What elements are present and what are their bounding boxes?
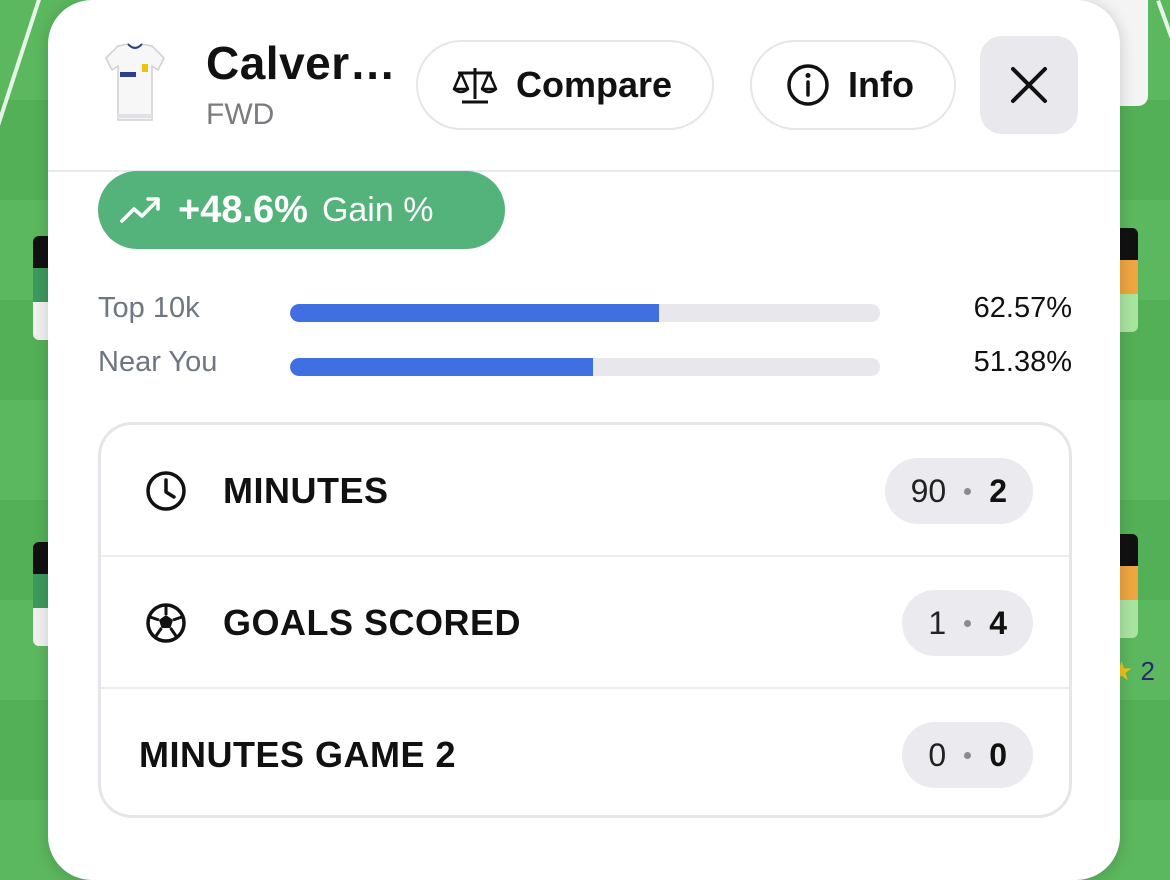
ownership-bar-fill [290, 304, 660, 322]
stat-points: 4 [989, 604, 1007, 641]
compare-label: Compare [516, 64, 673, 105]
ownership-label: Near You [98, 346, 218, 378]
ownership-bar-fill [290, 358, 594, 376]
separator-dot [964, 751, 972, 759]
stat-label: MINUTES GAME 2 [139, 734, 457, 775]
gain-value: +48.6% [178, 188, 308, 231]
info-button[interactable]: Info [750, 40, 956, 130]
player-name: Calver… [206, 37, 397, 89]
gain-label: Gain % [321, 190, 434, 229]
stat-value: 0 [928, 736, 947, 773]
separator-dot [964, 619, 972, 627]
stat-points: 0 [989, 736, 1007, 773]
player-position: FWD [206, 98, 275, 131]
stat-value-chip: 90 2 [884, 458, 1033, 524]
ownership-percent: 51.38% [973, 346, 1072, 378]
clock-icon [146, 471, 186, 511]
scale-icon [452, 68, 498, 104]
pitch-line [0, 0, 44, 144]
close-icon [1011, 67, 1047, 103]
stat-label: GOALS SCORED [223, 602, 522, 643]
ownership-bar-track [290, 304, 880, 322]
ownership-percent: 62.57% [973, 292, 1072, 324]
ownership-bar-track [290, 358, 880, 376]
compare-button[interactable]: Compare [416, 40, 714, 130]
pitch-line [1156, 0, 1170, 133]
football-icon [146, 603, 186, 643]
stat-value-chip: 0 0 [902, 722, 1033, 788]
ownership-label: Top 10k [98, 292, 200, 324]
separator-dot [964, 487, 972, 495]
player-detail-modal: Calver… FWD Compare Info +48.6% Gain % T… [48, 0, 1120, 880]
star-count: 2 [1140, 656, 1156, 686]
stat-row-goals-scored: GOALS SCORED 1 4 [101, 557, 1069, 689]
ownership-row-near-you: Near You 51.38% [98, 346, 1072, 386]
close-button[interactable] [980, 36, 1078, 134]
stat-value: 1 [928, 604, 947, 641]
stat-row-minutes-game-2: MINUTES GAME 2 0 0 [101, 689, 1069, 815]
stat-row-minutes: MINUTES 90 2 [101, 425, 1069, 557]
stat-points: 2 [989, 472, 1007, 509]
stats-list: MINUTES 90 2 GOALS SCORED 1 4 MINUTES GA… [98, 422, 1072, 818]
info-label: Info [848, 64, 914, 105]
modal-header: Calver… FWD Compare Info [48, 0, 1120, 172]
stat-value: 90 [910, 472, 947, 509]
stat-value-chip: 1 4 [902, 590, 1033, 656]
stat-label: MINUTES [223, 470, 389, 511]
leeds-jersey-icon [105, 43, 165, 121]
info-icon [787, 64, 829, 106]
ownership-row-top10k: Top 10k 62.57% [98, 292, 1072, 332]
gain-badge: +48.6% Gain % [98, 171, 505, 249]
trending-up-icon [120, 197, 160, 223]
